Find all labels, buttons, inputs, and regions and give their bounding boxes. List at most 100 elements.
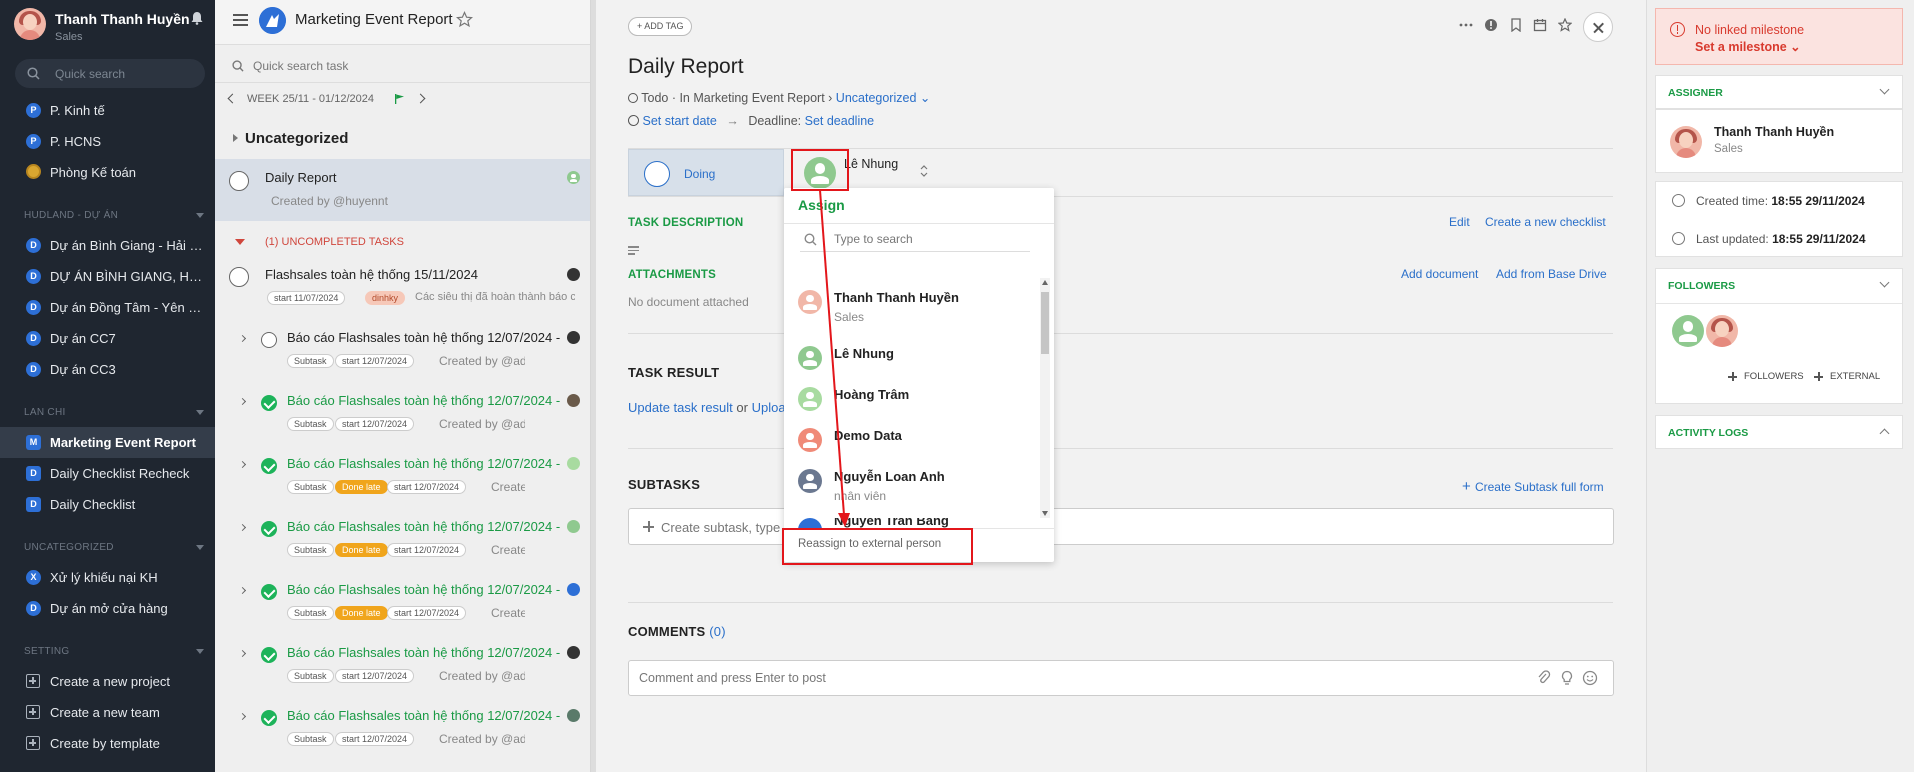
task-title[interactable]: Daily Report [628,55,744,79]
chevron-up-icon[interactable] [1879,428,1890,439]
task-checkbox[interactable] [261,395,277,411]
uncompleted-header[interactable]: (1) UNCOMPLETED TASKS [215,234,590,252]
sidebar-item-daily-checklist-recheck[interactable]: D Daily Checklist Recheck [0,458,215,489]
subtask-created-by: Created by @admin [491,480,525,494]
section-lanchi[interactable]: LAN CHI [24,407,66,418]
task-row-selected[interactable]: Daily Report Created by @huyennt [215,159,590,221]
bell-icon[interactable] [190,11,204,25]
paperclip-icon[interactable] [1536,670,1552,686]
add-document-link[interactable]: Add document [1401,267,1478,281]
upload-link[interactable]: Uploa [752,400,786,415]
close-button[interactable] [1583,12,1613,42]
create-checklist-link[interactable]: Create a new checklist [1485,215,1606,229]
comment-input[interactable]: Comment and press Enter to post [628,660,1614,696]
sidebar-item-kinh-te[interactable]: P P. Kinh tế [0,95,215,126]
project-badge: X [26,570,41,585]
task-checkbox[interactable] [229,171,249,191]
group-uncategorized[interactable]: Uncategorized [215,126,590,152]
task-checkbox[interactable] [261,647,277,663]
set-deadline-link[interactable]: Set deadline [805,114,875,128]
task-search-input[interactable]: Quick search task [215,52,590,80]
chevron-right-icon[interactable] [238,649,247,658]
avatar [1670,126,1702,158]
chevron-down-icon[interactable] [196,410,204,415]
bookmark-icon[interactable] [1509,18,1523,32]
chevron-right-icon[interactable] [238,712,247,721]
add-tag-button[interactable]: + ADD TAG [628,17,693,36]
star-icon[interactable] [456,11,473,28]
task-checkbox[interactable] [229,267,249,287]
section-hudland[interactable]: HUDLAND - DỰ ÁN [24,210,118,221]
sidebar-item-du-an-mo-cua-hang[interactable]: D Dự án mở cửa hàng [0,593,215,624]
sidebar-item-create-project[interactable]: Create a new project [0,666,215,697]
hamburger-icon[interactable] [233,14,248,26]
sidebar-item-project[interactable]: D Dự án Đồng Tâm - Yên Bái [0,292,215,323]
sidebar-item-ke-toan[interactable]: Phòng Kế toán [0,157,215,188]
sidebar-item-project[interactable]: D Dự án Bình Giang - Hải D... [0,230,215,261]
follower-avatar[interactable] [1706,315,1738,347]
add-external-button[interactable]: EXTERNAL [1830,371,1880,382]
sidebar-item-project[interactable]: D Dự án CC7 [0,323,215,354]
avatar[interactable] [14,8,46,40]
chevron-right-icon[interactable] [238,523,247,532]
user-header[interactable]: Thanh Thanh Huyền Sales [0,0,215,48]
activity-logs-header[interactable]: ACTIVITY LOGS [1655,415,1903,449]
chevron-right-icon[interactable] [238,334,247,343]
set-start-date-link[interactable]: Set start date [642,114,716,128]
emoji-icon[interactable] [1582,670,1598,686]
follower-avatar[interactable] [1672,315,1704,347]
chevron-down-icon[interactable] [1879,84,1890,95]
task-checkbox[interactable] [261,332,277,348]
task-checkbox[interactable] [261,458,277,474]
task-checkbox[interactable] [261,584,277,600]
chevron-right-icon[interactable] [238,460,247,469]
chevron-right-icon[interactable] [238,586,247,595]
star-icon[interactable] [1558,18,1572,32]
assigner-header[interactable]: ASSIGNER [1655,75,1903,109]
add-followers-button[interactable]: FOLLOWERS [1744,371,1804,382]
chevron-down-icon[interactable] [1879,277,1890,288]
lightbulb-icon[interactable] [1559,670,1575,686]
sidebar-item-daily-checklist[interactable]: D Daily Checklist [0,489,215,520]
dropdown-scrollbar[interactable] [1040,278,1050,518]
chevron-left-icon[interactable] [227,93,238,104]
more-icon[interactable] [1459,18,1473,32]
add-from-drive-link[interactable]: Add from Base Drive [1496,267,1607,281]
scroll-down-icon[interactable] [1042,511,1048,516]
set-milestone-link[interactable]: Set a milestone ⌄ [1695,39,1801,54]
chevron-right-icon[interactable] [415,93,426,104]
sidebar-item-label: Dự án mở cửa hàng [50,601,168,616]
task-checkbox[interactable] [261,710,277,726]
sidebar-item-create-template[interactable]: Create by template [0,728,215,759]
sidebar-item-hcns[interactable]: P P. HCNS [0,126,215,157]
create-subtask-full-button[interactable]: + Create Subtask full form [1462,478,1604,495]
sidebar-item-project[interactable]: D Dự án CC3 [0,354,215,385]
scroll-thumb[interactable] [1041,292,1049,354]
scroll-up-icon[interactable] [1042,280,1048,285]
divider [215,44,590,45]
assignee-name[interactable]: Lê Nhung [844,157,898,171]
chevron-right-icon[interactable] [238,397,247,406]
sidebar-item-create-team[interactable]: Create a new team [0,697,215,728]
info-icon[interactable] [1484,18,1498,32]
sidebar-item-label: DỰ ÁN BÌNH GIANG, HẢI ... [50,269,206,284]
chevron-down-icon[interactable] [196,545,204,550]
section-setting[interactable]: SETTING [24,646,69,657]
subtask-input[interactable]: Create subtask, type [628,508,1614,545]
sidebar-item-xu-ly-khieu-nai[interactable]: X Xử lý khiếu nại KH [0,562,215,593]
section-uncategorized[interactable]: UNCATEGORIZED [24,542,114,553]
update-result-link[interactable]: Update task result [628,400,733,415]
divider [628,333,1613,334]
sidebar-item-project[interactable]: D DỰ ÁN BÌNH GIANG, HẢI ... [0,261,215,292]
edit-description-link[interactable]: Edit [1449,215,1470,229]
week-label[interactable]: WEEK 25/11 - 01/12/2024 [247,93,374,105]
sidebar-search-input[interactable]: Quick search [15,59,205,88]
category-dropdown[interactable]: Uncategorized [836,91,917,105]
status-button[interactable]: Doing [628,149,784,196]
task-checkbox[interactable] [261,521,277,537]
sort-icon[interactable] [920,163,928,179]
sidebar-item-marketing-event-report[interactable]: M Marketing Event Report [0,427,215,458]
calendar-icon[interactable] [1533,18,1547,32]
chevron-down-icon[interactable] [196,649,204,654]
chevron-down-icon[interactable] [196,213,204,218]
